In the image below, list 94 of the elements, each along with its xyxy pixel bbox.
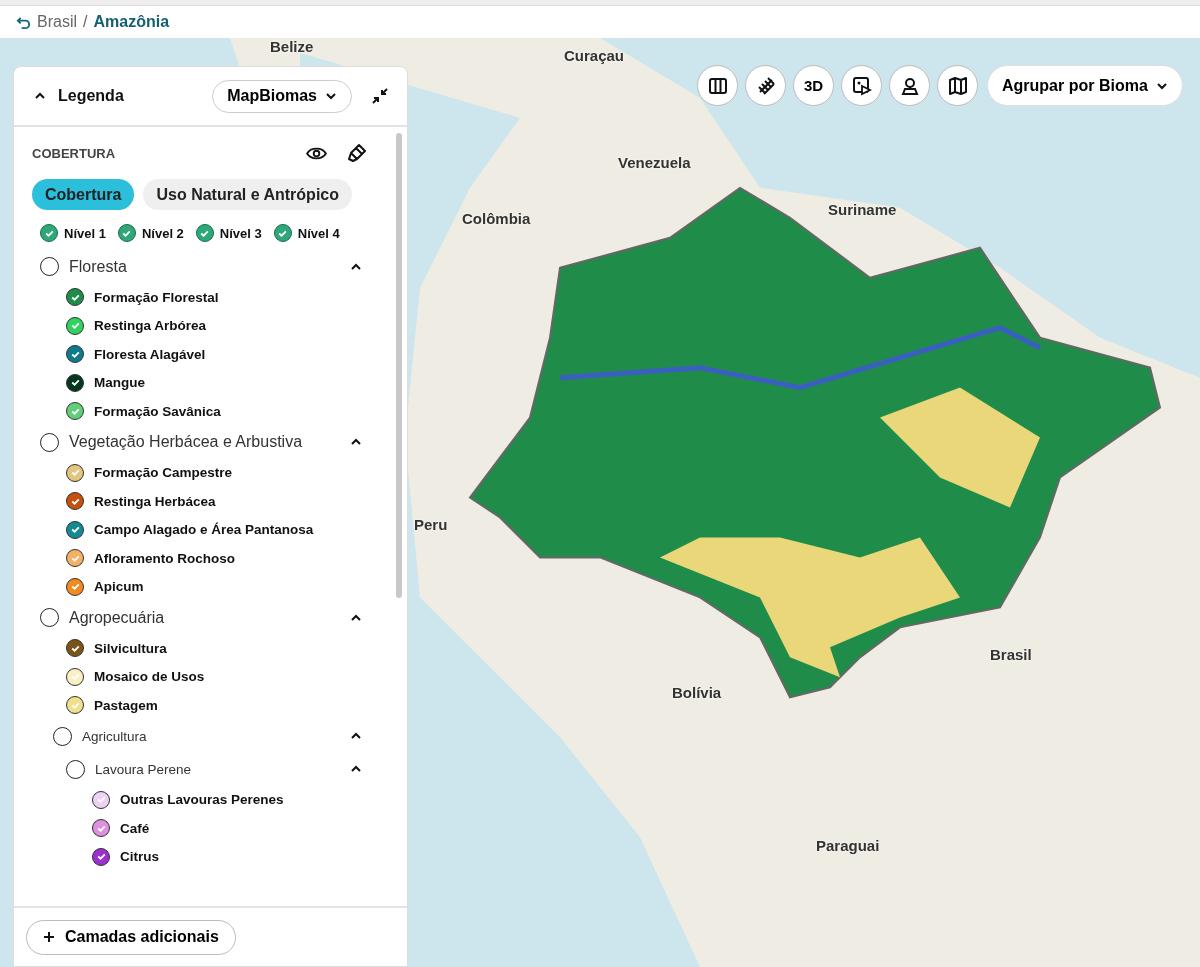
check-icon [69, 467, 81, 479]
class-label: Restinga Herbácea [94, 493, 216, 509]
check-icon [69, 671, 81, 683]
class-label: Formação Florestal [94, 289, 219, 305]
map-tool-button[interactable] [937, 65, 978, 106]
check-icon [69, 320, 81, 332]
class-label: Formação Savânica [94, 403, 221, 419]
level-checkbox[interactable] [117, 224, 136, 242]
source-dropdown[interactable]: MapBiomas [212, 79, 352, 113]
brush-icon[interactable] [347, 143, 367, 163]
class-label: Floresta Alagável [94, 346, 206, 362]
class-label: Mosaico de Usos [94, 669, 205, 685]
class-checkbox[interactable] [66, 373, 84, 392]
class-label: Apicum [94, 579, 144, 595]
image-play-icon [851, 75, 872, 96]
map-label: Curaçau [564, 47, 625, 65]
3d-button[interactable]: 3D [793, 65, 834, 106]
railroad-icon [755, 75, 776, 96]
eye-icon[interactable] [306, 145, 327, 161]
class-label: Citrus [120, 849, 159, 865]
level-checkbox[interactable] [40, 224, 58, 242]
check-icon [95, 851, 107, 863]
level-checkbox[interactable] [273, 224, 292, 242]
map-label: Belize [270, 38, 314, 55]
add-layers-button[interactable]: Camadas adicionais [26, 919, 236, 955]
class-label: Agricultura [82, 728, 148, 744]
map-label: Colômbia [462, 209, 531, 227]
class-label: Café [120, 820, 150, 836]
columns-icon [707, 75, 728, 96]
map-tool-button[interactable] [697, 65, 738, 106]
plus-icon [43, 931, 55, 943]
class-checkbox[interactable] [66, 577, 84, 596]
map-label: Paraguai [816, 836, 880, 854]
class-checkbox[interactable] [40, 608, 59, 627]
class-checkbox[interactable] [66, 345, 84, 364]
legend-tab[interactable]: Uso Natural e Antrópico [143, 179, 352, 210]
class-label: Vegetação Herbácea e Arbustiva [69, 433, 304, 451]
section-label: COBERTURA [32, 145, 117, 161]
map-label: Venezuela [618, 154, 691, 172]
map-tool-button[interactable] [889, 65, 930, 106]
class-checkbox[interactable] [92, 790, 110, 809]
class-checkbox[interactable] [40, 257, 59, 276]
class-label: Afloramento Rochoso [94, 550, 235, 566]
check-icon [95, 794, 107, 806]
class-checkbox[interactable] [66, 316, 84, 335]
scrollbar[interactable] [396, 133, 402, 598]
class-checkbox[interactable] [66, 667, 84, 686]
breadcrumb-link[interactable]: Brasil [37, 13, 77, 31]
class-label: Mangue [94, 375, 145, 391]
class-checkbox[interactable] [92, 847, 110, 866]
legend-title: Legenda [58, 87, 125, 105]
class-checkbox[interactable] [40, 432, 59, 452]
collapse-icon[interactable] [370, 86, 390, 106]
level-label: Nível 1 [64, 225, 106, 241]
map-pin-icon [899, 75, 920, 96]
class-label: Formação Campestre [94, 465, 233, 481]
class-label: Lavoura Perene [95, 761, 193, 777]
class-label: Restinga Arbórea [94, 318, 207, 334]
class-label: Campo Alagado e Área Pantanosa [94, 522, 314, 538]
class-checkbox[interactable] [92, 819, 110, 838]
level-label: Nível 3 [219, 225, 262, 241]
chevron-down-icon [325, 90, 337, 102]
class-label: Floresta [69, 257, 128, 276]
map-tool-button[interactable] [841, 65, 882, 106]
class-label: Outras Lavouras Perenes [120, 792, 284, 808]
class-checkbox[interactable] [66, 696, 84, 715]
group-by-dropdown[interactable]: Agrupar por Bioma [987, 65, 1183, 106]
map-icon [947, 75, 968, 96]
check-icon [69, 581, 81, 593]
class-checkbox[interactable] [53, 726, 72, 746]
class-checkbox[interactable] [66, 463, 84, 482]
map-label: Brasil [990, 646, 1032, 664]
check-icon [69, 377, 81, 389]
map-label: Bolívia [672, 683, 722, 701]
class-label: Silvicultura [94, 640, 167, 656]
class-label: Pastagem [94, 697, 158, 713]
map-tool-button[interactable] [745, 65, 786, 106]
class-checkbox[interactable] [66, 402, 84, 421]
class-checkbox[interactable] [66, 549, 84, 568]
level-checkbox[interactable] [195, 224, 214, 242]
level-label: Nível 2 [141, 225, 184, 241]
class-checkbox[interactable] [66, 639, 84, 658]
breadcrumb-separator: / [83, 13, 88, 31]
map-label: Peru [414, 516, 448, 534]
breadcrumb-current: Amazônia [93, 13, 170, 31]
class-checkbox[interactable] [66, 520, 84, 539]
level-label: Nível 4 [297, 225, 340, 241]
check-icon [69, 524, 81, 536]
map-label: Suriname [828, 200, 897, 218]
class-checkbox[interactable] [66, 492, 84, 511]
class-checkbox[interactable] [66, 759, 85, 779]
legend-tab[interactable]: Cobertura [32, 179, 135, 210]
class-checkbox[interactable] [66, 288, 84, 307]
class-label: Agropecuária [69, 608, 166, 627]
